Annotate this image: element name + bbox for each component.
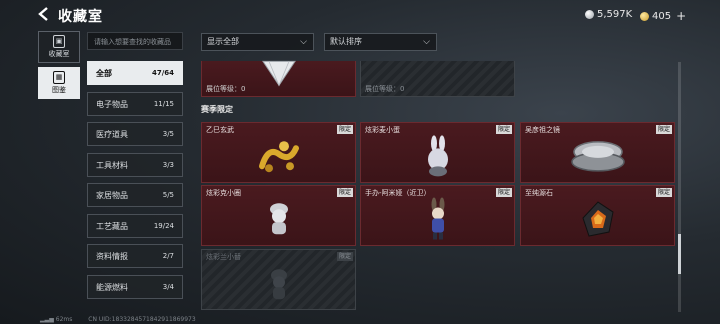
sort-dropdown[interactable]: 默认排序 ⌵	[324, 33, 437, 51]
scrollbar[interactable]	[678, 62, 681, 312]
item-card[interactable]: 手办-阿米娅（近卫） 限定	[360, 185, 515, 246]
item-card[interactable]: 展位等级：0	[201, 60, 356, 97]
item-name: 炫彩兰小替	[206, 253, 241, 261]
back-arrow-icon[interactable]	[36, 6, 50, 26]
category-count: 19/24	[153, 221, 174, 230]
item-name: 至纯源石	[525, 189, 553, 197]
item-card[interactable]: 炫彩克小圈 限定	[201, 185, 356, 246]
chevron-down-icon: ⌵	[423, 37, 430, 47]
category-energy[interactable]: 能源燃料 3/4	[87, 274, 183, 299]
chevron-down-icon: ⌵	[300, 37, 307, 47]
item-name: 炫彩麦小蛋	[365, 126, 400, 134]
category-name: 电子物品	[96, 99, 128, 109]
nav-tab-catalog[interactable]: ▦ 图鉴	[38, 67, 80, 99]
category-name: 医疗道具	[96, 130, 128, 139]
show-filter-dropdown[interactable]: 显示全部 ⌵	[201, 33, 314, 51]
category-name: 资料情报	[96, 252, 128, 261]
add-currency-button[interactable]: +	[676, 9, 686, 23]
item-card-locked[interactable]: 炫彩兰小替 限定	[201, 249, 356, 310]
show-filter-label: 显示全部	[207, 37, 239, 46]
gold-currency: 405 +	[640, 9, 686, 23]
catalog-icon: ▦	[53, 71, 65, 84]
top-bar: 收藏室 5,597K 405 +	[0, 0, 720, 30]
item-name: 手办-阿米娅（近卫）	[365, 189, 431, 197]
category-count: 3/3	[162, 160, 174, 169]
silver-coin-icon	[585, 10, 594, 19]
booth-level-label: 展位等级：0	[206, 85, 246, 93]
originium-crystal-icon	[581, 200, 614, 237]
amiya-figure-icon	[431, 197, 444, 240]
category-name: 能源燃料	[96, 282, 128, 292]
nav-tab-label: 图鉴	[52, 86, 66, 94]
item-card-locked[interactable]: 展位等级：0	[360, 61, 515, 97]
booth-level-label: 展位等级：0	[365, 85, 405, 93]
bunny-figure-icon	[427, 134, 448, 176]
silver-currency-value: 5,597K	[597, 9, 633, 20]
limited-badge: 限定	[336, 125, 353, 134]
item-card[interactable]: 炫彩麦小蛋 限定	[360, 122, 515, 183]
limited-badge: 限定	[495, 188, 512, 197]
limited-badge: 限定	[336, 188, 353, 197]
room-icon: ▣	[53, 35, 65, 48]
item-card[interactable]: 吴彦祖之镜 限定	[520, 122, 675, 183]
signal-icon: ▂▃▅	[40, 316, 54, 323]
item-card[interactable]: 乙巳玄武 限定	[201, 122, 356, 183]
heart-gem-icon	[261, 60, 296, 86]
category-count: 2/7	[162, 252, 174, 260]
item-name: 乙巳玄武	[206, 126, 234, 134]
section-title: 赛季限定	[201, 105, 233, 114]
ping-value: 62ms	[55, 316, 73, 323]
category-name: 工具材料	[96, 160, 128, 170]
category-home[interactable]: 家居物品 5/5	[87, 183, 183, 207]
category-list: 全部 47/64 电子物品 11/15 医疗道具 3/5 工具材料 3/3 家居…	[87, 61, 183, 305]
page-title: 收藏室	[58, 9, 103, 25]
compact-mirror-icon	[570, 140, 625, 172]
silver-currency: 5,597K	[585, 9, 632, 20]
category-name: 工艺藏品	[96, 221, 128, 231]
uid-label: CN UID:1833284571842911869973	[88, 316, 196, 323]
footer-status: ▂▃▅ 62ms CN UID:1833284571842911869973	[40, 316, 196, 323]
category-intel[interactable]: 资料情报 2/7	[87, 244, 183, 268]
category-tools[interactable]: 工具材料 3/3	[87, 152, 183, 177]
scrollbar-thumb[interactable]	[678, 234, 681, 274]
category-count: 47/64	[151, 69, 174, 77]
item-card[interactable]: 至纯源石 限定	[520, 185, 675, 246]
limited-badge: 限定	[655, 125, 672, 134]
category-count: 5/5	[162, 191, 174, 199]
category-count: 11/15	[153, 99, 174, 108]
category-electronics[interactable]: 电子物品 11/15	[87, 91, 183, 116]
limited-badge: 限定	[495, 125, 512, 134]
item-name: 吴彦祖之镜	[525, 126, 560, 134]
gold-currency-value: 405	[652, 10, 672, 22]
limited-badge: 限定	[336, 252, 353, 261]
gold-coin-icon	[640, 11, 649, 21]
item-name: 炫彩克小圈	[206, 189, 241, 197]
chibi-figure-icon	[269, 202, 288, 234]
category-crafts[interactable]: 工艺藏品 19/24	[87, 213, 183, 238]
gold-dragon-icon	[258, 140, 299, 172]
category-name: 全部	[96, 69, 112, 78]
limited-badge: 限定	[655, 188, 672, 197]
category-name: 家居物品	[96, 191, 128, 200]
search-input[interactable]: 请输入想要查找的收藏品	[87, 32, 183, 50]
category-count: 3/5	[162, 130, 174, 138]
category-all[interactable]: 全部 47/64	[87, 61, 183, 85]
nav-tab-collection-room[interactable]: ▣ 收藏室	[38, 31, 80, 63]
sort-label: 默认排序	[330, 37, 362, 46]
category-medical[interactable]: 医疗道具 3/5	[87, 122, 183, 146]
category-count: 3/4	[162, 282, 174, 291]
nav-tab-label: 收藏室	[48, 50, 70, 58]
locked-figure-silhouette-icon	[270, 268, 287, 299]
